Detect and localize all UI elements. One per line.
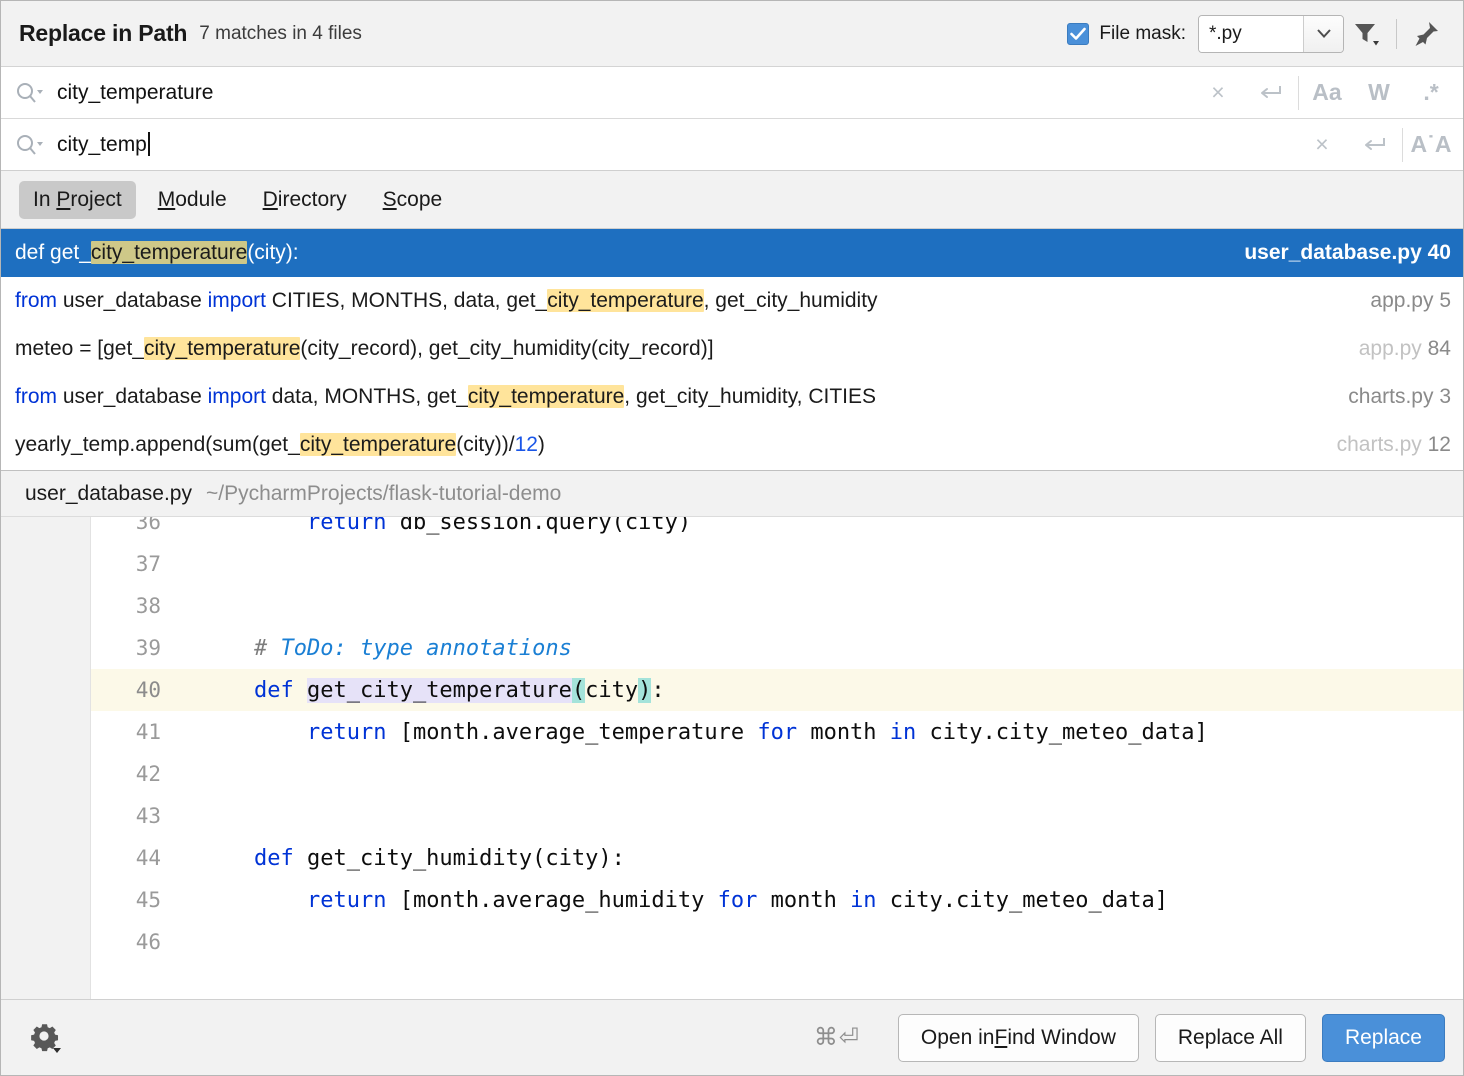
code-text: # ToDo: type annotations — [181, 636, 572, 661]
preserve-case-toggle[interactable]: A˙A — [1405, 121, 1457, 169]
scope-tabs: In Project Module Directory Scope — [1, 171, 1463, 229]
code-line: 41 return [month.average_temperature for… — [91, 711, 1463, 753]
open-in-find-window-button[interactable]: Open in Find Window — [898, 1014, 1139, 1062]
search-results-list[interactable]: def get_city_temperature(city): user_data… — [1, 229, 1463, 471]
keyboard-shortcut-hint: ⌘⏎ — [814, 1023, 860, 1052]
search-actions-divider — [1298, 76, 1299, 110]
header-actions: File mask: *.py — [1067, 11, 1449, 57]
line-number: 43 — [91, 804, 181, 828]
result-code-snippet: def get_city_temperature(city): — [15, 241, 1230, 265]
line-number: 42 — [91, 762, 181, 786]
page-title: Replace in Path — [19, 20, 187, 47]
pin-icon[interactable] — [1403, 11, 1449, 57]
line-number: 37 — [91, 552, 181, 576]
code-line: 40 def get_city_temperature(city): — [91, 669, 1463, 711]
code-line: 36 return db_session.query(city) — [91, 517, 1463, 543]
code-line: 38 — [91, 585, 1463, 627]
code-lines[interactable]: 36 return db_session.query(city)373839 #… — [91, 517, 1463, 999]
whole-words-toggle[interactable]: W — [1353, 69, 1405, 117]
result-file-location: charts.py 12 — [1337, 433, 1451, 457]
replace-input-value: city_temp — [57, 133, 147, 156]
line-number: 44 — [91, 846, 181, 870]
code-text: def get_city_temperature(city): — [181, 678, 665, 703]
text-caret — [148, 132, 150, 156]
line-number-gutter — [1, 517, 91, 999]
replace-in-path-dialog: Replace in Path 7 matches in 4 files Fil… — [0, 0, 1464, 1076]
replace-actions-divider — [1402, 128, 1403, 162]
dialog-footer: ⌘⏎ Open in Find Window Replace All Repla… — [1, 999, 1463, 1075]
replace-field-row[interactable]: city_temp × A˙A — [1, 119, 1463, 171]
preview-file-path: ~/PycharmProjects/flask-tutorial-demo — [206, 482, 561, 506]
result-file-location: app.py 5 — [1370, 289, 1451, 313]
result-file-location: user_database.py 40 — [1244, 241, 1451, 265]
tab-directory[interactable]: Directory — [249, 181, 361, 219]
tab-scope[interactable]: Scope — [369, 181, 457, 219]
code-text: def get_city_humidity(city): — [181, 846, 625, 871]
match-case-toggle[interactable]: Aa — [1301, 69, 1353, 117]
chevron-down-icon[interactable] — [1303, 16, 1343, 52]
code-text: return db_session.query(city) — [181, 517, 691, 535]
clear-replace-icon[interactable]: × — [1296, 121, 1348, 169]
replace-all-button[interactable]: Replace All — [1155, 1014, 1306, 1062]
tab-module[interactable]: Module — [144, 181, 241, 219]
gear-icon[interactable] — [23, 1015, 69, 1061]
result-file-location: app.py 84 — [1359, 337, 1451, 361]
match-count-label: 7 matches in 4 files — [199, 23, 362, 45]
code-text: return [month.average_humidity for month… — [181, 888, 1168, 913]
preview-header: user_database.py ~/PycharmProjects/flask… — [1, 471, 1463, 517]
replace-search-icon[interactable] — [15, 133, 49, 157]
code-line: 42 — [91, 753, 1463, 795]
search-field-actions: × Aa W .* — [1192, 69, 1457, 117]
replace-history-icon[interactable] — [1348, 121, 1400, 169]
line-number: 36 — [91, 517, 181, 534]
line-number: 38 — [91, 594, 181, 618]
filter-icon[interactable] — [1344, 11, 1390, 57]
search-input[interactable]: city_temperature — [49, 81, 1192, 105]
result-row[interactable]: def get_city_temperature(city): user_data… — [1, 229, 1463, 277]
code-line: 37 — [91, 543, 1463, 585]
file-mask-checkbox[interactable] — [1067, 23, 1089, 45]
line-number: 40 — [91, 678, 181, 702]
search-icon[interactable] — [15, 81, 49, 105]
line-number: 39 — [91, 636, 181, 660]
dialog-header: Replace in Path 7 matches in 4 files Fil… — [1, 1, 1463, 67]
line-number: 41 — [91, 720, 181, 744]
code-line: 46 — [91, 921, 1463, 963]
search-field-row[interactable]: city_temperature × Aa W .* — [1, 67, 1463, 119]
file-mask-label: File mask: — [1099, 23, 1186, 45]
code-preview[interactable]: 36 return db_session.query(city)373839 #… — [1, 517, 1463, 999]
result-row[interactable]: meteo = [get_city_temperature(city_recor… — [1, 325, 1463, 373]
replace-field-actions: × A˙A — [1296, 121, 1457, 169]
file-mask-combo[interactable]: *.py — [1198, 15, 1344, 53]
result-row[interactable]: from user_database import CITIES, MONTHS… — [1, 277, 1463, 325]
regex-toggle[interactable]: .* — [1405, 69, 1457, 117]
code-text: return [month.average_temperature for mo… — [181, 720, 1208, 745]
result-row[interactable]: from user_database import data, MONTHS, … — [1, 373, 1463, 421]
replace-button[interactable]: Replace — [1322, 1014, 1445, 1062]
replace-input[interactable]: city_temp — [49, 132, 1296, 157]
preview-pane: user_database.py ~/PycharmProjects/flask… — [1, 471, 1463, 999]
result-code-snippet: yearly_temp.append(sum(get_city_temperat… — [15, 433, 1323, 457]
tab-in-project[interactable]: In Project — [19, 181, 136, 219]
code-line: 39 # ToDo: type annotations — [91, 627, 1463, 669]
search-history-icon[interactable] — [1244, 69, 1296, 117]
result-file-location: charts.py 3 — [1348, 385, 1451, 409]
preview-file-name: user_database.py — [25, 482, 192, 506]
clear-search-icon[interactable]: × — [1192, 69, 1244, 117]
header-divider — [1396, 19, 1397, 49]
file-mask-value[interactable]: *.py — [1199, 16, 1303, 52]
result-row[interactable]: yearly_temp.append(sum(get_city_temperat… — [1, 421, 1463, 469]
line-number: 45 — [91, 888, 181, 912]
result-code-snippet: meteo = [get_city_temperature(city_recor… — [15, 337, 1345, 361]
code-line: 44 def get_city_humidity(city): — [91, 837, 1463, 879]
code-line: 45 return [month.average_humidity for mo… — [91, 879, 1463, 921]
code-line: 43 — [91, 795, 1463, 837]
result-code-snippet: from user_database import CITIES, MONTHS… — [15, 289, 1356, 313]
line-number: 46 — [91, 930, 181, 954]
result-code-snippet: from user_database import data, MONTHS, … — [15, 385, 1334, 409]
